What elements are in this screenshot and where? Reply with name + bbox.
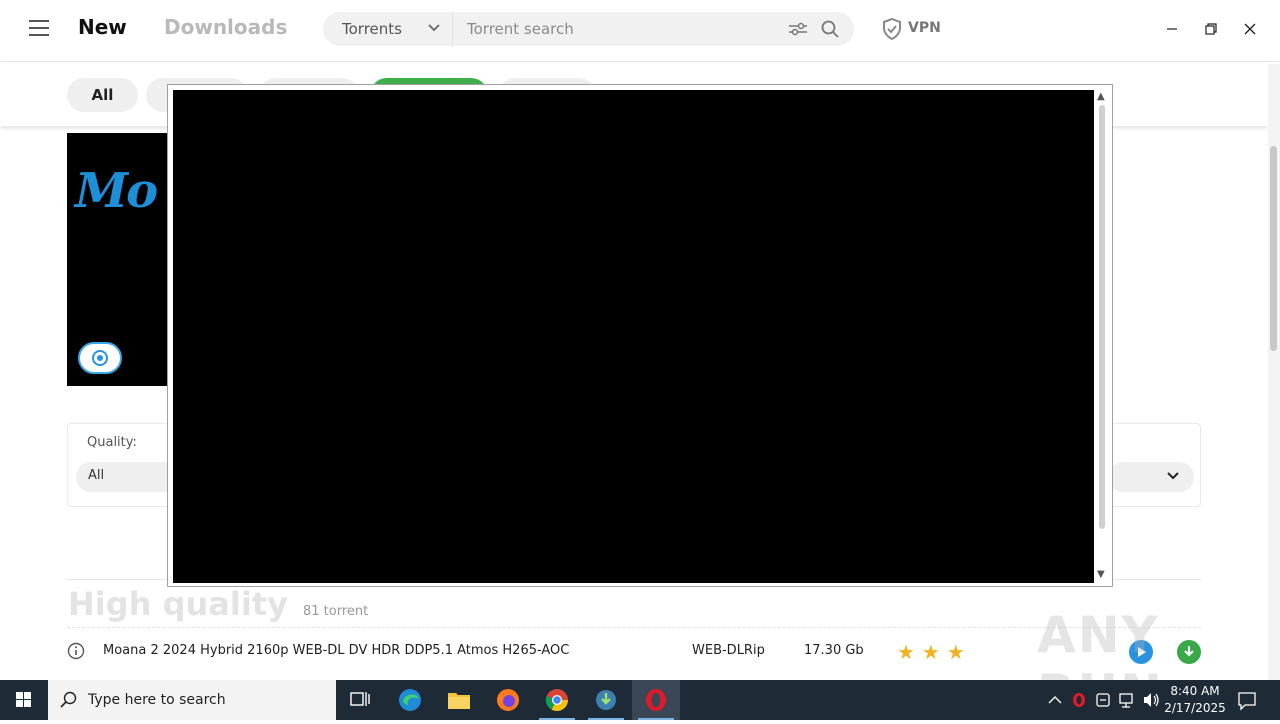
taskbar-explorer[interactable] <box>435 680 483 720</box>
firefox-icon <box>497 689 519 711</box>
sort-select[interactable] <box>1108 462 1194 492</box>
torrent-size: 17.30 Gb <box>804 643 864 658</box>
scroll-up-icon[interactable]: ▲ <box>1097 91 1105 102</box>
chevron-down-icon <box>1167 472 1179 480</box>
volume-icon <box>1144 693 1159 707</box>
video-popup: ▲ ▼ <box>167 84 1113 587</box>
title-bar: New Downloads Torrents Torrent search VP… <box>0 0 1280 62</box>
search-input[interactable] <box>457 14 767 44</box>
restore-button[interactable] <box>1200 18 1222 40</box>
opera-icon <box>1073 693 1085 707</box>
tray-app-icon <box>1096 693 1110 707</box>
taskbar-torrent-app[interactable] <box>582 680 630 720</box>
clock-time: 8:40 AM <box>1170 684 1220 698</box>
chevron-up-icon <box>1048 696 1062 704</box>
taskbar-search-placeholder: Type here to search <box>88 692 226 708</box>
taskbar-clock[interactable]: 8:40 AM 2/17/2025 <box>1160 683 1230 717</box>
task-view-icon <box>350 692 370 706</box>
main-scrollbar[interactable] <box>1268 64 1280 680</box>
windows-logo-icon <box>16 692 31 707</box>
scrollbar-thumb[interactable] <box>1270 146 1277 351</box>
nav-new[interactable]: New <box>78 15 127 39</box>
edge-icon <box>399 689 421 711</box>
row-divider <box>67 627 1201 628</box>
notifications-button[interactable] <box>1236 680 1258 720</box>
search-icon <box>60 691 77 708</box>
folder-icon <box>448 693 470 709</box>
nav-downloads[interactable]: Downloads <box>164 15 287 39</box>
search-icon[interactable] <box>821 20 839 38</box>
close-icon <box>1244 23 1256 35</box>
quality-value: All <box>88 468 105 483</box>
search-type-dropdown[interactable]: Torrents <box>323 12 453 46</box>
video-area[interactable] <box>173 90 1094 583</box>
tab-all[interactable]: All <box>67 78 138 112</box>
restore-icon <box>1205 23 1217 35</box>
filter-sliders-icon[interactable] <box>788 21 808 37</box>
torrent-app-icon <box>596 690 616 710</box>
tray-overflow[interactable] <box>1045 680 1065 720</box>
popup-scrollbar[interactable]: ▲ ▼ <box>1097 89 1109 583</box>
vpn-label: VPN <box>908 20 941 36</box>
task-view-button[interactable] <box>336 680 384 720</box>
minimize-icon <box>1167 28 1177 30</box>
eye-icon <box>92 350 108 366</box>
clock-date: 2/17/2025 <box>1164 701 1226 715</box>
shield-check-icon <box>883 18 901 40</box>
tray-volume[interactable] <box>1141 680 1161 720</box>
search-type-label: Torrents <box>342 20 402 38</box>
menu-icon[interactable] <box>29 20 49 38</box>
torrent-name[interactable]: Moana 2 2024 Hybrid 2160p WEB-DL DV HDR … <box>103 643 569 658</box>
taskbar-chrome[interactable] <box>533 680 581 720</box>
torrent-type: WEB-DLRip <box>692 643 765 658</box>
popup-scrollbar-thumb[interactable] <box>1099 105 1105 529</box>
info-icon[interactable] <box>67 642 85 660</box>
app-window: New Downloads Torrents Torrent search VP… <box>0 0 1280 722</box>
watch-button[interactable] <box>78 342 122 374</box>
section-title: High quality <box>68 585 288 623</box>
tray-network[interactable] <box>1117 680 1137 720</box>
taskbar-opera[interactable] <box>632 680 680 720</box>
opera-icon <box>646 689 666 711</box>
network-icon <box>1119 693 1133 708</box>
chevron-down-icon <box>428 24 440 32</box>
close-button[interactable] <box>1239 18 1261 40</box>
notification-icon <box>1238 692 1256 711</box>
section-count: 81 torrent <box>303 604 369 619</box>
search-bar: Torrents <box>323 12 854 46</box>
torrent-row[interactable]: Moana 2 2024 Hybrid 2160p WEB-DL DV HDR … <box>67 636 1201 668</box>
taskbar: Type here to search 8:40 AM 2/17/2025 <box>0 680 1280 720</box>
rating-stars: ★★★ <box>897 640 972 664</box>
chrome-icon <box>545 689 568 711</box>
tray-opera[interactable] <box>1069 680 1089 720</box>
scroll-down-icon[interactable]: ▼ <box>1097 569 1105 580</box>
start-button[interactable] <box>0 680 48 720</box>
taskbar-edge[interactable] <box>386 680 434 720</box>
minimize-button[interactable] <box>1161 18 1183 40</box>
taskbar-firefox[interactable] <box>484 680 532 720</box>
tray-app[interactable] <box>1093 680 1113 720</box>
taskbar-search[interactable]: Type here to search <box>48 680 336 720</box>
poster-logo: Mo <box>75 163 158 219</box>
quality-label: Quality: <box>87 435 137 450</box>
